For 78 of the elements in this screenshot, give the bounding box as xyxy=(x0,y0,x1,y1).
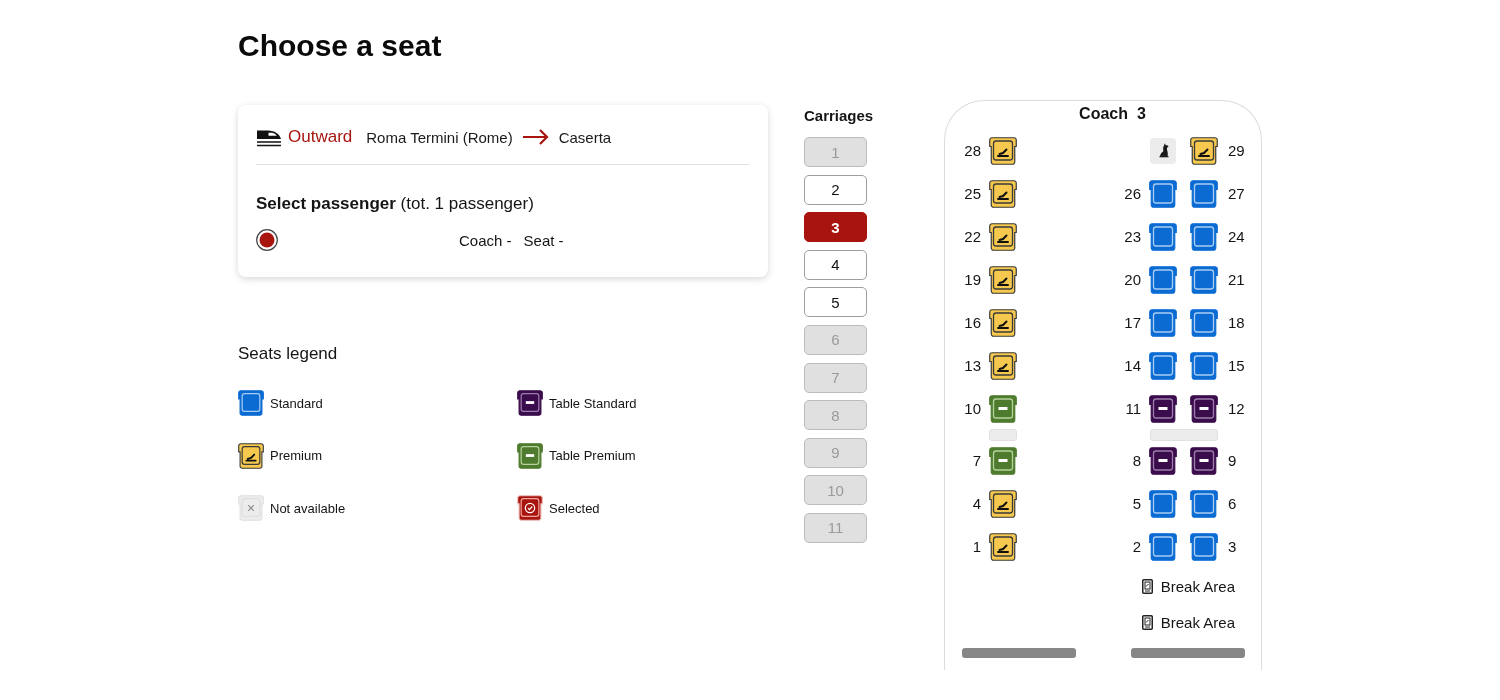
seat-number: 10 xyxy=(963,400,981,418)
seat-number: 12 xyxy=(1228,400,1246,418)
seat-number: 20 xyxy=(1123,271,1141,289)
seat-number: 15 xyxy=(1228,357,1246,375)
direction-label: Outward xyxy=(288,127,353,147)
legend-label: Table Premium xyxy=(549,448,636,463)
seat-icon xyxy=(517,495,543,521)
seat-number: 25 xyxy=(963,185,981,203)
coach-value: Coach - xyxy=(459,231,512,249)
seat-icon[interactable] xyxy=(1190,137,1218,165)
dog-icon xyxy=(1150,138,1176,164)
seat-number: 27 xyxy=(1228,185,1246,203)
seat-number: 9 xyxy=(1228,452,1238,470)
arrival-station: Caserta xyxy=(558,128,612,146)
seat-number: 13 xyxy=(963,357,981,375)
carriage-button[interactable]: 4 xyxy=(804,249,867,280)
radio-button[interactable] xyxy=(256,229,278,251)
legend-label: Table Standard xyxy=(549,395,637,411)
seat-number: 11 xyxy=(1124,400,1141,418)
legend-label: Not available xyxy=(270,500,346,516)
seat-number: 26 xyxy=(1123,185,1141,203)
seat-number: 8 xyxy=(1131,452,1141,470)
facility-label: Break Area xyxy=(1160,578,1235,595)
page-title: Choose a seat xyxy=(238,28,443,64)
table xyxy=(989,429,1017,441)
seat-icon[interactable] xyxy=(1149,395,1177,423)
passenger-heading: Select passenger (tot. 1 passenger) xyxy=(256,193,535,215)
seat-icon[interactable] xyxy=(989,223,1017,251)
coach-label: Coach xyxy=(1079,104,1128,124)
coach-number: 3 xyxy=(1137,104,1146,124)
seat-number: 18 xyxy=(1228,314,1246,332)
seat-number: 22 xyxy=(963,228,981,246)
carriage-button[interactable]: 5 xyxy=(804,287,867,318)
seat-number: 19 xyxy=(963,271,981,289)
seat-icon xyxy=(517,390,543,416)
seat-number: 21 xyxy=(1228,271,1246,289)
legend-title: Seats legend xyxy=(238,343,339,365)
seat-number: 29 xyxy=(1228,142,1246,160)
seat-icon xyxy=(238,390,264,416)
departure-station: Roma Termini (Rome) xyxy=(366,128,513,146)
carriages-title: Carriages xyxy=(804,107,875,125)
seat-icon[interactable] xyxy=(989,309,1017,337)
seat-number: 4 xyxy=(971,495,981,513)
seat-number: 16 xyxy=(963,314,981,332)
carriage-button[interactable]: 2 xyxy=(804,174,867,205)
vending-machine-icon xyxy=(1141,579,1153,594)
seat-icon xyxy=(517,442,543,469)
seat-number: 3 xyxy=(1228,538,1238,556)
seat-icon[interactable] xyxy=(989,266,1017,294)
legend-label: Premium xyxy=(270,448,322,463)
seat-icon[interactable] xyxy=(989,490,1017,518)
seat-icon xyxy=(238,495,264,521)
seat-number: 6 xyxy=(1228,495,1238,513)
facility-label: Break Area xyxy=(1160,614,1235,631)
seat-value: Seat - xyxy=(523,231,564,249)
seat-icon xyxy=(238,442,264,469)
seat-icon[interactable] xyxy=(989,180,1017,208)
legend-label: Selected xyxy=(549,500,600,516)
seat-number: 1 xyxy=(971,538,981,556)
seat-icon[interactable] xyxy=(1190,447,1218,475)
seat-number: 14 xyxy=(1123,357,1141,375)
seat-number: 23 xyxy=(1123,228,1141,246)
seat-icon[interactable] xyxy=(989,137,1017,165)
legend-label: Standard xyxy=(270,395,323,411)
seat-icon[interactable] xyxy=(989,533,1017,561)
seat-icon[interactable] xyxy=(989,352,1017,380)
seat-number: 7 xyxy=(971,452,981,470)
table xyxy=(1150,429,1218,441)
vending-machine-icon xyxy=(1141,615,1153,630)
seat-number: 17 xyxy=(1123,314,1141,332)
seat-icon[interactable] xyxy=(1149,447,1177,475)
seat-icon[interactable] xyxy=(1190,395,1218,423)
carriage-button[interactable]: 3 xyxy=(804,212,867,243)
seat-number: 2 xyxy=(1131,538,1141,556)
right-arrow-icon xyxy=(522,129,549,145)
seat-number: 24 xyxy=(1228,228,1246,246)
seat-number: 5 xyxy=(1131,495,1141,513)
seat-number: 28 xyxy=(963,142,981,160)
